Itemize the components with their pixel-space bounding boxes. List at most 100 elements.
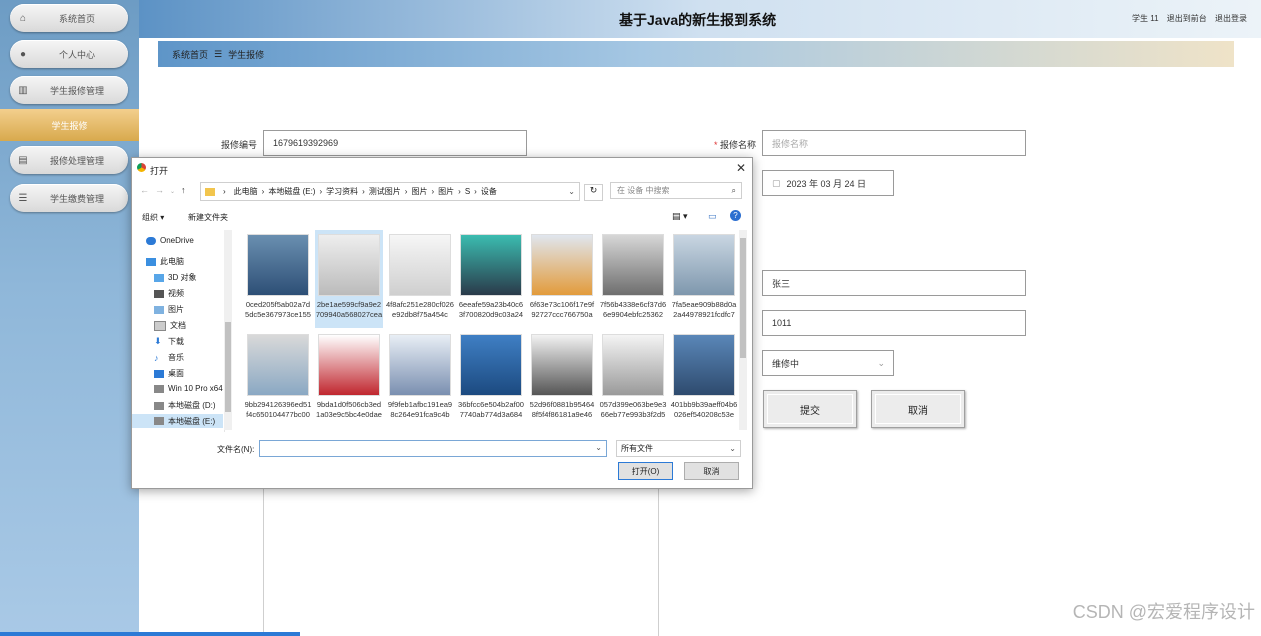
tree-item-drive-d[interactable]: 本地磁盘 (D:)	[154, 400, 216, 411]
room-field[interactable]: 1011	[762, 310, 1026, 336]
file-tile[interactable]: 7fa5eae909b88d0a2a44978921fcdfc7	[670, 230, 738, 328]
help-icon[interactable]: ?	[730, 210, 741, 221]
sidebar-item-repair-handling[interactable]: ▤ 报修处理管理	[10, 146, 128, 174]
file-tile-selected[interactable]: 2be1ae599cf9a9e2709940a568027cea	[315, 230, 383, 328]
path-segment[interactable]: 图片	[411, 186, 427, 197]
list-icon: ☰	[18, 192, 28, 204]
student-name-field[interactable]: 张三	[762, 270, 1026, 296]
file-name: 6eeafe59a23b40c63f700820d9c03a24	[458, 300, 524, 319]
path-segment[interactable]: 设备	[481, 186, 497, 197]
sidebar-item-label: 学生报修管理	[49, 85, 104, 96]
file-tile[interactable]: 6eeafe59a23b40c63f700820d9c03a24	[457, 230, 525, 328]
exit-front-link[interactable]: 退出到前台	[1167, 14, 1207, 23]
open-label: 打开(O)	[631, 466, 660, 476]
close-icon[interactable]: ✕	[736, 161, 746, 175]
chrome-icon	[137, 163, 146, 172]
tree-item-desktop[interactable]: 桌面	[154, 368, 184, 379]
path-segment[interactable]: 图片	[438, 186, 454, 197]
tree-item-onedrive[interactable]: OneDrive	[146, 236, 194, 245]
tree-item-videos[interactable]: 视频	[154, 288, 184, 299]
file-tile[interactable]: 401bb9b39aeff04b6026ef540208c53e	[670, 330, 738, 428]
calendar-icon: ▢	[772, 177, 781, 188]
file-tile[interactable]: 9bb294126396ed51f4c650104477bc00	[244, 330, 312, 428]
sidebar-item-payment[interactable]: ☰ 学生缴费管理	[10, 184, 128, 212]
drive-icon	[154, 401, 164, 410]
file-tile[interactable]: 4f8afc251e280cf026e92db8f75a454c	[386, 230, 454, 328]
tree-item-drive-e[interactable]: 本地磁盘 (E:)	[132, 414, 223, 428]
document-icon	[154, 320, 166, 331]
path-segment[interactable]: 本地磁盘 (E:)	[268, 186, 315, 197]
address-bar[interactable]: › 此电脑 › 本地磁盘 (E:) › 学习资料 › 测试图片 › 图片 › 图片 › S ›…	[200, 182, 580, 201]
file-scrollbar-thumb[interactable]	[740, 238, 746, 358]
sidebar-item-profile[interactable]: ● 个人中心	[10, 40, 128, 68]
drive-icon	[154, 417, 164, 425]
sidebar-subitem-student-repair[interactable]: 学生报修	[0, 109, 139, 141]
sidebar-item-home[interactable]: ⌂ 系统首页	[10, 4, 128, 32]
tree-item-pictures[interactable]: 图片	[154, 304, 184, 315]
file-tile[interactable]: 7f56b4338e6cf37d66e9904ebfc25362	[599, 230, 667, 328]
forward-icon[interactable]: →	[155, 185, 170, 195]
file-tile[interactable]: 9f9feb1afbc191ea98c264e91fca9c4b	[386, 330, 454, 428]
file-name: 401bb9b39aeff04b6026ef540208c53e	[670, 400, 738, 419]
sidebar: ⌂ 系统首页 ● 个人中心 ▥ 学生报修管理 学生报修 ▤ 报修处理管理 ☰ 学…	[0, 0, 139, 636]
repair-no-field[interactable]: 1679619392969	[263, 130, 527, 156]
dialog-cancel-button[interactable]: 取消	[684, 462, 739, 480]
tree-item-documents[interactable]: 文档	[154, 320, 186, 331]
file-tile[interactable]: 057d399e063be9e366eb77e993b3f2d5	[599, 330, 667, 428]
submit-button[interactable]: 提交	[763, 390, 857, 428]
repair-name-label: * 报修名称	[713, 140, 756, 150]
chevron-down-icon[interactable]: ⌄	[568, 187, 575, 196]
sidebar-item-repair[interactable]: ▥ 学生报修管理	[10, 76, 128, 104]
filetype-select[interactable]: 所有文件 ⌄	[616, 440, 741, 457]
path-segment[interactable]: 测试图片	[369, 186, 401, 197]
file-tile[interactable]: 0ced205f5ab02a7d5dc5e367973ce155	[244, 230, 312, 328]
nav-tree: OneDrive 此电脑 3D 对象 视频 图片 文档 ⬇ 下载 ♪ 音乐 桌面 W…	[132, 230, 232, 432]
back-icon[interactable]: ←	[140, 185, 155, 195]
repair-name-field[interactable]: 报修名称	[762, 130, 1026, 156]
sidebar-item-label: 报修处理管理	[49, 155, 104, 166]
file-scrollbar[interactable]	[739, 230, 747, 430]
file-tile[interactable]: 6f63e73c106f17e9f92727ccc766750a	[528, 230, 596, 328]
tree-item-this-pc[interactable]: 此电脑	[146, 256, 184, 267]
music-icon: ♪	[154, 352, 159, 363]
dialog-toolbar: 组织 ▾ 新建文件夹 ▤ ▾ ▭ ?	[132, 208, 750, 226]
open-button[interactable]: 打开(O)	[618, 462, 673, 480]
file-tile[interactable]: 36bfcc6e504b2af007740ab774d3a684	[457, 330, 525, 428]
file-tile[interactable]: 52d96f0881b954648f5f4f86181a9e46	[528, 330, 596, 428]
filename-input[interactable]: ⌄	[259, 440, 607, 457]
preview-pane-icon[interactable]: ▭	[708, 211, 717, 222]
path-segment[interactable]: ›	[223, 187, 226, 196]
cancel-button[interactable]: 取消	[871, 390, 965, 428]
tree-item-music[interactable]: ♪ 音乐	[154, 352, 184, 363]
up-icon[interactable]: ↑	[181, 185, 192, 195]
file-name: 52d96f0881b954648f5f4f86181a9e46	[529, 400, 595, 419]
dialog-search-input[interactable]: 在 设备 中搜索 ⌕	[610, 182, 742, 199]
tree-scrollbar[interactable]	[224, 230, 232, 430]
logout-link[interactable]: 退出登录	[1215, 14, 1247, 23]
path-segment[interactable]: S	[465, 187, 470, 196]
file-thumbnail	[318, 334, 380, 396]
tree-item-downloads[interactable]: ⬇ 下载	[154, 336, 184, 347]
view-icon[interactable]: ▤ ▾	[672, 211, 688, 222]
dropdown-icon[interactable]: ⌄	[170, 189, 181, 195]
document-icon: ▤	[18, 154, 28, 166]
filetype-value: 所有文件	[621, 444, 653, 453]
nav-arrows: ←→⌄↑	[140, 185, 192, 195]
chevron-down-icon[interactable]: ⌄	[595, 443, 602, 452]
tree-label: 文档	[170, 321, 186, 330]
new-folder-button[interactable]: 新建文件夹	[188, 212, 228, 223]
path-segment[interactable]: 学习资料	[326, 186, 358, 197]
tree-item-3d[interactable]: 3D 对象	[154, 272, 196, 283]
user-icon: ●	[19, 48, 27, 60]
status-select[interactable]: 维修中 ⌄	[762, 350, 894, 376]
tree-scrollbar-thumb[interactable]	[225, 322, 231, 412]
tree-item-win10[interactable]: Win 10 Pro x64	[154, 384, 223, 393]
tree-label: 视频	[168, 289, 184, 298]
file-name: 2be1ae599cf9a9e2709940a568027cea	[315, 300, 383, 319]
date-field[interactable]: ▢ 2023 年 03 月 24 日	[762, 170, 894, 196]
path-segment[interactable]: 此电脑	[234, 186, 258, 197]
refresh-icon[interactable]: ↻	[584, 184, 603, 201]
organize-button[interactable]: 组织 ▾	[142, 212, 164, 223]
file-tile[interactable]: 9bda1d0f506cb3ed1a03e9c5bc4e0dae	[315, 330, 383, 428]
breadcrumb-home[interactable]: 系统首页	[172, 48, 208, 61]
